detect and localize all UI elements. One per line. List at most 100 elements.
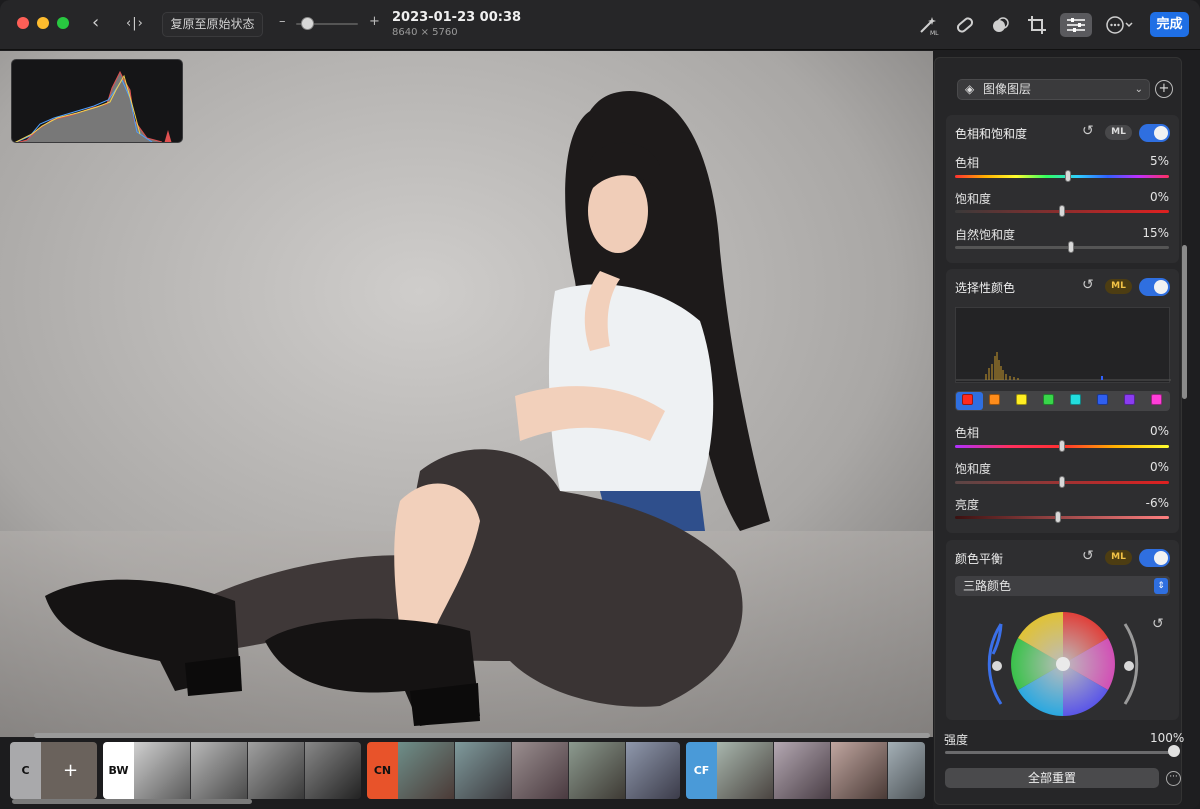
color-swatch-selector[interactable] — [955, 391, 1170, 411]
slider-label: 饱和度 — [955, 192, 992, 206]
luminance-slider-track[interactable] — [955, 516, 1169, 519]
close-window-button[interactable] — [17, 17, 29, 29]
crop-icon[interactable] — [1024, 13, 1050, 37]
color-swatch[interactable] — [1150, 394, 1162, 405]
preset-group-cf[interactable]: CF — [686, 742, 925, 799]
layer-dropdown-label: 图像图层 — [983, 82, 1032, 96]
slider-value: -6% — [1145, 496, 1169, 510]
add-preset-icon[interactable]: + — [63, 760, 78, 781]
strength-label: 强度 — [944, 733, 969, 747]
preset-thumbnail[interactable] — [626, 742, 680, 799]
luminance-handle-left[interactable] — [992, 661, 1002, 671]
layers-icon: ◈ — [965, 82, 975, 96]
slider-label: 色相 — [955, 426, 980, 440]
zoom-slider-knob[interactable] — [301, 17, 315, 30]
fullscreen-window-button[interactable] — [57, 17, 69, 29]
hue-slider-knob[interactable] — [1065, 170, 1072, 182]
preset-thumbnail[interactable] — [512, 742, 568, 799]
slider-value: 0% — [1149, 460, 1169, 474]
reset-icon[interactable]: ↺ — [1082, 123, 1094, 139]
reset-icon[interactable]: ↺ — [1082, 277, 1094, 293]
preset-thumbnail[interactable] — [569, 742, 625, 799]
compare-icon[interactable]: ‹|› — [126, 15, 144, 33]
preset-thumbnail[interactable]: + — [41, 742, 97, 799]
preset-thumbnail[interactable] — [717, 742, 773, 799]
slider-value: 0% — [1149, 190, 1169, 204]
luminance-handle-right[interactable] — [1124, 661, 1134, 671]
preset-thumbnail[interactable] — [455, 742, 511, 799]
luminance-slider-knob[interactable] — [1054, 511, 1061, 523]
slider-value: 0% — [1149, 424, 1169, 438]
preset-group-cn[interactable]: CN — [367, 742, 680, 799]
ml-button[interactable]: ML — [1105, 550, 1132, 565]
histogram-overlay[interactable] — [11, 59, 183, 143]
preset-thumbnail[interactable] — [774, 742, 830, 799]
preset-thumbnail[interactable] — [831, 742, 887, 799]
back-icon[interactable]: ‹ — [92, 14, 99, 32]
preset-group-c[interactable]: C + — [10, 742, 97, 799]
slider-label: 亮度 — [955, 498, 980, 512]
color-swatch[interactable] — [1016, 394, 1028, 405]
color-wheel[interactable] — [982, 602, 1142, 722]
saturation-slider-knob[interactable] — [1059, 205, 1065, 217]
preset-thumbnail[interactable] — [398, 742, 454, 799]
panel-enable-toggle[interactable] — [1139, 278, 1170, 296]
color-swatch[interactable] — [962, 394, 974, 405]
preset-thumbnail[interactable] — [191, 742, 247, 799]
photo-canvas[interactable] — [0, 51, 933, 737]
zoom-out-button[interactable]: – — [279, 14, 286, 29]
mode-label: 三路颜色 — [963, 579, 1012, 593]
hue-slider-track[interactable] — [955, 175, 1169, 178]
panel-enable-toggle[interactable] — [1139, 124, 1170, 142]
effects-icon[interactable] — [988, 13, 1014, 37]
strength-slider-track[interactable] — [945, 751, 1177, 754]
zoom-in-button[interactable]: + — [369, 14, 380, 29]
preset-thumbnail[interactable] — [888, 742, 925, 799]
saturation-slider-knob[interactable] — [1059, 476, 1065, 488]
hue-slider-knob[interactable] — [1059, 440, 1065, 452]
color-swatch[interactable] — [989, 394, 1001, 405]
reset-icon[interactable]: ↺ — [1082, 548, 1094, 564]
ml-button[interactable]: ML — [1105, 125, 1132, 140]
photo-date: 2023-01-23 00:38 — [392, 10, 522, 25]
reset-all-button[interactable]: 全部重置 — [945, 768, 1159, 788]
color-swatch[interactable] — [1043, 394, 1055, 405]
preset-thumbnail[interactable] — [248, 742, 304, 799]
vibrance-slider-knob[interactable] — [1067, 241, 1074, 253]
preset-group-label: CF — [686, 742, 717, 799]
preset-thumbnail[interactable] — [134, 742, 190, 799]
adjust-sliders-icon[interactable] — [1060, 13, 1092, 37]
slider-value: 5% — [1149, 154, 1169, 168]
done-button[interactable]: 完成 — [1150, 12, 1189, 37]
color-balance-mode-dropdown[interactable]: 三路颜色 ⇕ — [955, 576, 1170, 596]
strength-value: 100% — [1150, 731, 1185, 745]
color-swatch[interactable] — [1069, 394, 1081, 405]
vibrance-slider-track[interactable] — [955, 246, 1169, 249]
minimize-window-button[interactable] — [37, 17, 49, 29]
preset-group-bw[interactable]: BW — [103, 742, 361, 799]
color-wheel-handle[interactable] — [1056, 657, 1070, 671]
filmstrip-scrollbar[interactable] — [12, 799, 252, 804]
color-balance-panel: 颜色平衡 ↺ ML 三路颜色 ⇕ ↺ — [946, 540, 1179, 720]
panel-enable-toggle[interactable] — [1139, 549, 1170, 567]
color-swatch[interactable] — [1096, 394, 1108, 405]
more-icon[interactable] — [1104, 13, 1136, 37]
updown-chevron-icon: ⇕ — [1154, 578, 1168, 594]
more-options-icon[interactable]: ··· — [1166, 771, 1181, 786]
photo-editor-window: ‹ ‹|› 复原至原始状态 – + 2023-01-23 00:38 8640 … — [0, 0, 1200, 809]
panel-title: 色相和饱和度 — [955, 127, 1028, 141]
layer-dropdown[interactable]: ◈ 图像图层 ⌄ — [957, 79, 1150, 100]
svg-text:ML: ML — [930, 30, 939, 37]
selective-color-panel: 选择性颜色 ↺ ML 色相 0% 饱和度 0% 亮度 -6% — [946, 269, 1179, 533]
color-swatch[interactable] — [1123, 394, 1135, 405]
strength-slider-knob[interactable] — [1168, 745, 1180, 757]
preset-thumbnail[interactable] — [305, 742, 361, 799]
add-layer-button[interactable]: + — [1155, 80, 1173, 98]
ml-button[interactable]: ML — [1105, 279, 1132, 294]
retouch-bandage-icon[interactable] — [952, 13, 978, 37]
revert-to-original-button[interactable]: 复原至原始状态 — [162, 12, 263, 37]
inspector-scrollbar[interactable] — [1182, 245, 1187, 399]
magic-wand-ml-icon[interactable]: ML — [916, 13, 942, 37]
selective-color-histogram — [955, 307, 1171, 383]
reset-wheel-icon[interactable]: ↺ — [1152, 616, 1164, 632]
